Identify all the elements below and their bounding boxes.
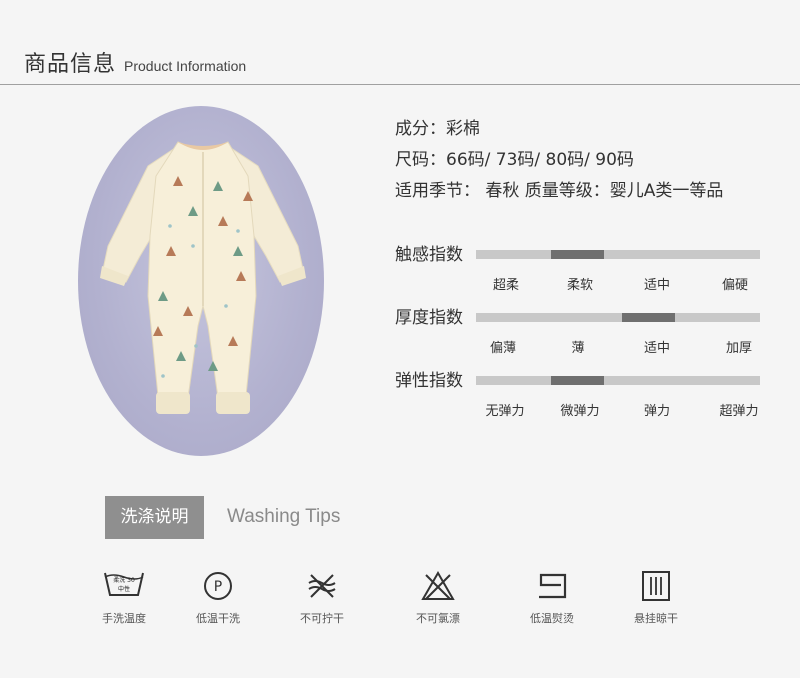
care-item-label: 不可拧干: [300, 612, 344, 625]
scale-bar-fill: [550, 376, 604, 385]
care-item-label: 悬挂晾干: [634, 612, 678, 625]
scale-tick: 超弹力: [719, 404, 759, 419]
scale-bar: [476, 376, 760, 385]
section-title-cn: 商品信息: [24, 52, 117, 77]
scale-bar-fill: [550, 250, 604, 259]
care-item-iron-low: 低温熨烫: [502, 566, 602, 626]
scale-tick: 适中: [643, 278, 670, 293]
product-image: [78, 106, 324, 456]
care-item-no-wring: 不可拧干: [272, 566, 372, 626]
scale-tick: 微弹力: [560, 404, 600, 419]
sizes-text: 尺码：66码/ 73码/ 80码/ 90码: [395, 150, 634, 170]
scale-tick: 无弹力: [485, 404, 525, 419]
scale-bar: [476, 313, 760, 322]
scale-label: 弹性指数: [395, 371, 463, 391]
hand-wash-icon-bottom-text: 中性: [118, 585, 130, 593]
composition-text: 成分：彩棉: [395, 119, 480, 139]
product-info: 成分：彩棉 尺码：66码/ 73码/ 80码/ 90码 适用季节： 春秋 质量等…: [395, 114, 723, 207]
hand-wash-icon: 柔洗 30 中性: [74, 566, 174, 606]
section-title-en: Product Information: [124, 58, 247, 74]
hand-wash-icon-top-text: 柔洗 30: [113, 576, 135, 584]
scale-bar-fill: [621, 313, 675, 322]
washing-tag: 洗涤说明: [105, 496, 204, 539]
season-quality-text: 适用季节： 春秋 质量等级：婴儿A类一等品: [395, 181, 724, 201]
care-item-label: 低温干洗: [196, 612, 240, 625]
dry-clean-icon-text: P: [214, 579, 222, 595]
care-item-no-bleach: 不可氯漂: [388, 566, 488, 626]
scale-tick: 偏硬: [721, 278, 748, 293]
care-item-label: 低温熨烫: [530, 612, 574, 625]
scale-tick: 加厚: [725, 341, 752, 356]
scale-bar: [476, 250, 760, 259]
care-item-label: 不可氯漂: [416, 612, 460, 625]
dry-clean-p-icon: P: [168, 566, 268, 606]
scale-label: 厚度指数: [395, 308, 463, 328]
scale-tick: 超柔: [492, 278, 519, 293]
scale-tick: 偏薄: [489, 341, 516, 356]
do-not-bleach-icon: [388, 566, 488, 606]
section-header: 商品信息 Product Information: [24, 46, 246, 82]
scale-tick: 弹力: [643, 404, 670, 419]
scale-tick: 适中: [643, 341, 670, 356]
baby-romper-illustration: [100, 141, 306, 414]
care-item-line-dry: 悬挂晾干: [606, 566, 706, 626]
scale-tick: 薄: [571, 341, 585, 356]
do-not-wring-icon: [272, 566, 372, 606]
care-item-dry-clean: P 低温干洗: [168, 566, 268, 626]
scale-tick: 柔软: [566, 278, 593, 293]
header-divider: [0, 84, 800, 85]
washing-title-en: Washing Tips: [227, 506, 341, 527]
iron-low-icon: [502, 566, 602, 606]
line-dry-icon: [606, 566, 706, 606]
scale-label: 触感指数: [395, 245, 463, 265]
care-item-label: 手洗温度: [102, 612, 146, 625]
care-item-hand-wash: 柔洗 30 中性 手洗温度: [74, 566, 174, 626]
